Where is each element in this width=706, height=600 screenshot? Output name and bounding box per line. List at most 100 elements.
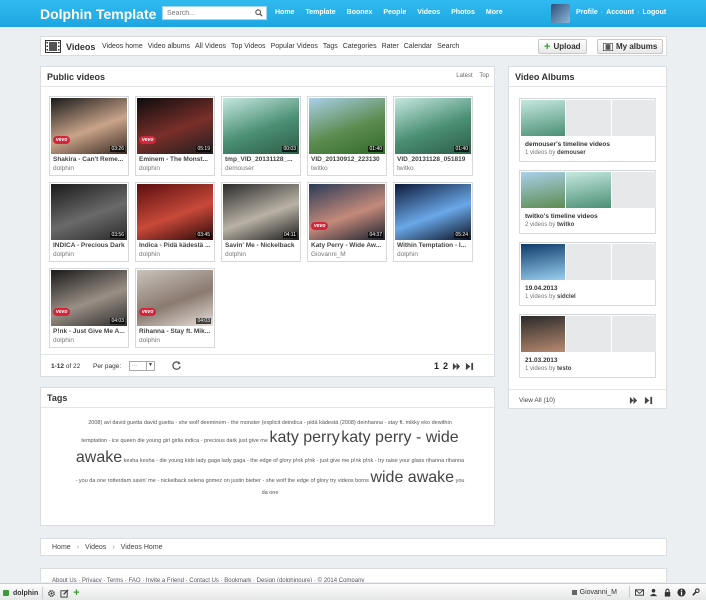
tag-link[interactable]: 2008) [88,420,102,426]
tag-link[interactable]: katy perry - wide [341,429,458,446]
video-title[interactable]: P!nk - Just Give Me A... [53,328,127,335]
upload-button[interactable]: + Upload [538,39,587,54]
page-1[interactable]: 1 [434,361,439,371]
video-author[interactable]: dolphin [397,251,418,258]
tag-link[interactable]: deinhanna - stay ft. mikky eko [357,420,430,426]
video-card[interactable]: vevo 04:37 Katy Perry - Wide Aw... Giovanni… [307,182,387,262]
refresh-icon[interactable] [171,360,182,371]
my-albums-button[interactable]: My albums [597,39,664,54]
video-title[interactable]: Within Temptation - I... [397,242,471,249]
tag-link[interactable]: selena gomez on justin bieber - she wolf [188,478,286,484]
album-title[interactable]: 19.04.2013 [525,285,558,292]
video-author[interactable]: twitko [311,165,328,172]
video-title[interactable]: Indica - Pidä kädestä ... [139,242,213,249]
video-author[interactable]: dolphin [139,337,160,344]
nav-template[interactable]: Template [305,9,335,16]
tag-link[interactable]: kids [185,458,195,464]
submenu-categories[interactable]: Categories [343,43,377,50]
album-thumbnail[interactable] [521,172,566,208]
edit-icon[interactable] [60,588,69,598]
video-author[interactable]: Giovanni_M [311,251,346,258]
video-author[interactable]: twitko [397,165,414,172]
tag-link[interactable]: rotterdam [108,478,132,484]
tag-link[interactable]: awake [76,449,122,466]
breadcrumb-videos[interactable]: Videos [85,544,106,551]
video-card[interactable]: vevo 04:03 Rihanna - Stay ft. Mik... dolphi… [135,268,215,348]
video-thumbnail[interactable]: vevo 04:37 [309,184,385,240]
video-author[interactable]: dolphin [225,251,246,258]
video-author[interactable]: dolphin [53,251,74,258]
video-card[interactable]: vevo 04:03 P!nk - Just Give Me A... dolphin [49,268,129,348]
tag-link[interactable]: david guetta - she wolf [144,420,199,426]
tag-link[interactable]: die young [137,438,161,444]
video-thumbnail[interactable]: 03:56 [51,184,127,240]
tag-link[interactable]: dewithin [432,420,452,426]
tag-link[interactable]: deindica - pidä kädestä (2008) [282,420,356,426]
tag-link[interactable]: wide awake [370,469,454,486]
tag-link[interactable]: avi [104,420,111,426]
album-title[interactable]: 21.03.2013 [525,357,558,364]
toolbar-site-name[interactable]: dolphin [13,590,38,597]
last-page-icon[interactable] [465,362,474,371]
video-title[interactable]: Katy Perry - Wide Aw... [311,242,385,249]
video-title[interactable]: Eminem - The Monst... [139,156,213,163]
submenu-all-videos[interactable]: All Videos [195,43,226,50]
nav-boonex[interactable]: Boonex [347,9,373,16]
tag-link[interactable]: p!nk - just give me [305,458,350,464]
submenu-calendar[interactable]: Calendar [404,43,432,50]
search-box[interactable] [162,6,267,20]
album-card[interactable]: 21.03.2013 1 videos by testo [519,314,656,378]
album-owner[interactable]: sidclel [557,294,576,300]
video-card[interactable]: 01:40 VID_20130912_223130 twitko [307,96,387,176]
tab-top[interactable]: Top [479,73,489,79]
tag-link[interactable]: try [330,478,336,484]
tag-link[interactable]: p!nk [293,458,303,464]
toolbar-user[interactable]: Giovanni_M [571,589,617,596]
submenu-tags[interactable]: Tags [323,43,338,50]
video-card[interactable]: vevo 03:26 Shakira - Can't Reme... dolphin [49,96,129,176]
video-thumbnail[interactable]: 05:24 [395,184,471,240]
tag-link[interactable]: lady gaga [196,458,220,464]
tag-link[interactable]: kesha - die young [140,458,183,464]
lock-icon[interactable] [663,588,672,597]
tag-link[interactable]: p!nk - try [363,458,384,464]
video-author[interactable]: dolphin [53,165,74,172]
submenu-popular-videos[interactable]: Popular Videos [271,43,318,50]
submenu-video-albums[interactable]: Video albums [148,43,190,50]
video-thumbnail[interactable]: 03:45 [137,184,213,240]
video-card[interactable]: 03:45 Indica - Pidä kädestä ... dolphin [135,182,215,262]
tag-link[interactable]: p!nk [351,458,361,464]
breadcrumb-home[interactable]: Home [52,544,71,551]
album-title[interactable]: demouser's timeline videos [525,141,610,148]
video-thumbnail[interactable]: 01:40 [309,98,385,154]
video-card[interactable]: 01:40 VID_20131128_051819 twitko [393,96,473,176]
tag-link[interactable]: kesha [124,458,139,464]
tag-link[interactable]: girl [163,438,170,444]
page-2[interactable]: 2 [443,361,448,371]
nav-photos[interactable]: Photos [451,9,475,16]
tag-link[interactable]: da one [262,490,279,496]
view-all-link[interactable]: View All (10) [519,397,555,404]
video-thumbnail[interactable]: vevo 05:19 [137,98,213,154]
album-card[interactable]: twitko's timeline videos 2 videos by twit… [519,170,656,234]
video-author[interactable]: dolphin [139,251,160,258]
video-thumbnail[interactable]: vevo 04:03 [51,270,127,326]
profile-link[interactable]: Profile [576,9,598,16]
video-card[interactable]: 00:03 tmp_VID_20131128_... demouser [221,96,301,176]
submenu-top-videos[interactable]: Top Videos [231,43,266,50]
video-author[interactable]: demouser [225,165,254,172]
submenu-rater[interactable]: Rater [382,43,399,50]
tag-link[interactable]: temptation - ice queen [81,438,135,444]
tag-link[interactable]: - you da one [76,478,107,484]
video-card[interactable]: 03:56 INDICA - Precious Dark dolphin [49,182,129,262]
album-thumbnail[interactable] [566,172,611,208]
album-owner[interactable]: demouser [557,150,586,156]
search-input[interactable] [163,7,251,19]
video-author[interactable]: dolphin [139,165,160,172]
album-card[interactable]: 19.04.2013 1 videos by sidclel [519,242,656,306]
video-title[interactable]: VID_20131128_051819 [397,156,471,163]
info-icon[interactable] [677,587,686,597]
video-card[interactable]: 04:11 Savin' Me - Nickelback dolphin [221,182,301,262]
nav-videos[interactable]: Videos [417,9,440,16]
video-card[interactable]: 05:24 Within Temptation - I... dolphin [393,182,473,262]
